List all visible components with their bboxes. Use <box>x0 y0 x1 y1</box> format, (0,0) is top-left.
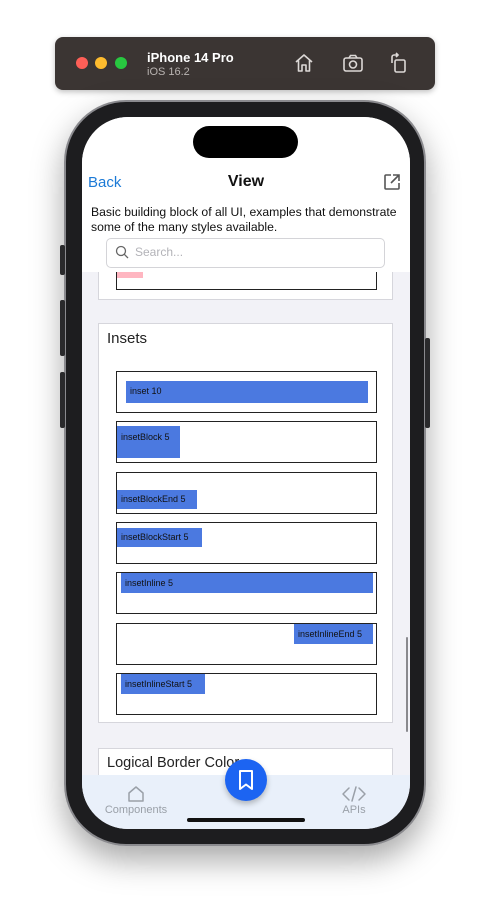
inset-block-start-fill: insetBlockStart 5 <box>117 528 202 547</box>
home-icon[interactable] <box>292 51 316 75</box>
insets-card: Insets inset 10 insetBlock 5 insetBlockE… <box>98 323 393 723</box>
inset-block-label: insetBlock 5 <box>121 432 170 442</box>
inset-block-demo-box: insetBlock 5 <box>116 421 377 463</box>
inset-label: inset 10 <box>130 386 162 396</box>
inset-inline-end-demo-box: insetInlineEnd 5 <box>116 623 377 665</box>
previous-example-card <box>98 272 393 300</box>
inset-inline-end-label: insetInlineEnd 5 <box>298 629 363 639</box>
tab-components-label: Components <box>104 804 168 816</box>
tab-apis-label: APIs <box>342 804 366 816</box>
inset-block-end-fill: insetBlockEnd 5 <box>117 490 197 509</box>
minimize-window-button[interactable] <box>95 57 107 69</box>
action-button <box>60 245 65 275</box>
inset-block-start-demo-box: insetBlockStart 5 <box>116 522 377 564</box>
pink-swatch <box>117 272 143 278</box>
simulator-toolbar: iPhone 14 Pro iOS 16.2 <box>55 37 435 90</box>
phone-screen: Back View Basic building block of all UI… <box>82 117 410 829</box>
inset-block-end-demo-box: insetBlockEnd 5 <box>116 472 377 514</box>
close-window-button[interactable] <box>76 57 88 69</box>
inset-inline-start-label: insetInlineStart 5 <box>125 679 193 689</box>
code-icon <box>342 786 366 802</box>
home-icon <box>128 786 144 802</box>
insets-section-title: Insets <box>107 330 148 347</box>
volume-down-button <box>60 372 65 428</box>
bookmark-fab-button[interactable] <box>225 759 267 801</box>
external-link-icon[interactable] <box>383 173 401 191</box>
scroll-indicator[interactable] <box>406 637 408 732</box>
tab-apis[interactable]: APIs <box>332 785 376 816</box>
dynamic-island <box>193 126 298 158</box>
scroll-content[interactable]: Insets inset 10 insetBlock 5 insetBlockE… <box>82 272 410 775</box>
device-name: iPhone 14 Pro <box>147 50 234 65</box>
power-button <box>425 338 430 428</box>
previous-demo-box <box>116 272 377 290</box>
rotate-icon[interactable] <box>387 51 411 75</box>
inset-fill: inset 10 <box>126 381 368 403</box>
home-indicator[interactable] <box>187 818 305 822</box>
volume-up-button <box>60 300 65 356</box>
inset-inline-start-fill: insetInlineStart 5 <box>121 674 205 694</box>
page-title: View <box>227 173 265 190</box>
inset-block-start-label: insetBlockStart 5 <box>121 532 189 542</box>
inset-inline-demo-box: insetInline 5 <box>116 572 377 614</box>
search-bar[interactable] <box>106 238 385 268</box>
inset-demo-box: inset 10 <box>116 371 377 413</box>
bookmark-icon <box>239 770 253 790</box>
inset-block-fill: insetBlock 5 <box>117 426 180 458</box>
inset-inline-label: insetInline 5 <box>125 578 174 588</box>
inset-inline-end-fill: insetInlineEnd 5 <box>294 624 373 644</box>
screenshot-icon[interactable] <box>341 51 365 75</box>
search-input[interactable] <box>135 244 375 260</box>
logical-border-color-title: Logical Border Color <box>107 755 240 771</box>
page-description: Basic building block of all UI, examples… <box>91 205 397 234</box>
zoom-window-button[interactable] <box>115 57 127 69</box>
inset-inline-fill: insetInline 5 <box>121 573 373 593</box>
search-icon <box>115 245 129 259</box>
os-version: iOS 16.2 <box>147 66 190 78</box>
tab-components[interactable]: Components <box>100 785 172 816</box>
inset-block-end-label: insetBlockEnd 5 <box>121 494 186 504</box>
inset-inline-start-demo-box: insetInlineStart 5 <box>116 673 377 715</box>
